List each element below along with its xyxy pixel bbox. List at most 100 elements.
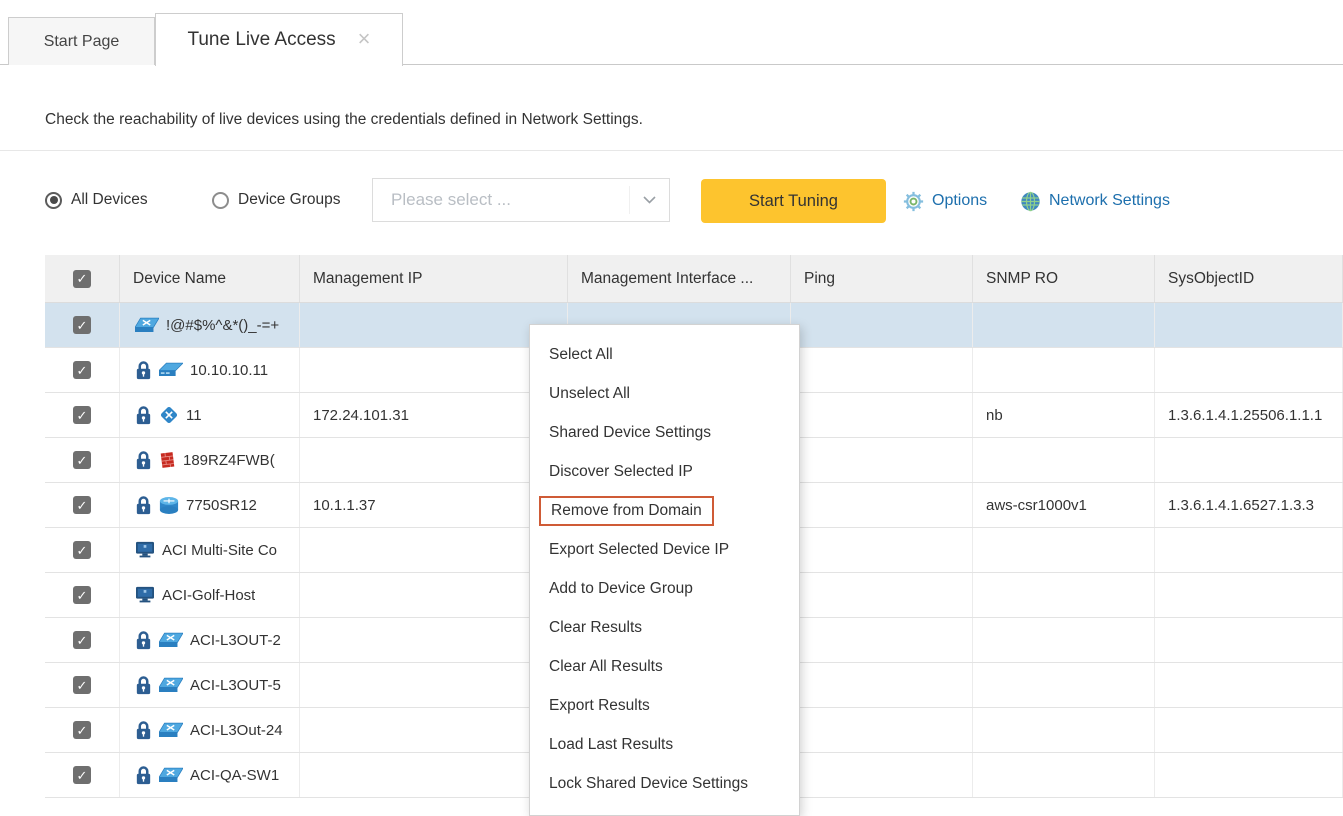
close-icon[interactable]: × — [358, 28, 371, 50]
snmp-ro-value: aws-csr1000v1 — [973, 483, 1155, 527]
management-ip — [300, 708, 568, 752]
row-checkbox[interactable]: ✓ — [73, 406, 91, 424]
device-name: ACI-QA-SW1 — [190, 767, 279, 784]
switch-device-icon — [159, 631, 183, 650]
tab-start-page[interactable]: Start Page — [8, 17, 155, 65]
device-name: ACI-L3OUT-2 — [190, 632, 281, 649]
row-checkbox[interactable]: ✓ — [73, 721, 91, 739]
row-checkbox[interactable]: ✓ — [73, 541, 91, 559]
device-name: ACI Multi-Site Co — [162, 542, 277, 559]
context-menu-item[interactable]: Load Last Results — [530, 725, 799, 764]
column-header-ping[interactable]: Ping — [791, 255, 973, 302]
start-tuning-button[interactable]: Start Tuning — [701, 179, 886, 223]
ping-value — [791, 528, 973, 572]
ping-value — [791, 618, 973, 662]
radio-device-groups[interactable]: Device Groups — [212, 178, 341, 222]
device-name: ACI-L3OUT-5 — [190, 677, 281, 694]
lock-icon — [135, 720, 152, 740]
lock-icon — [135, 450, 152, 470]
section-divider — [0, 150, 1343, 151]
lock-icon — [135, 360, 152, 380]
row-checkbox[interactable]: ✓ — [73, 631, 91, 649]
radio-unselected-icon[interactable] — [212, 192, 229, 209]
ping-value — [791, 663, 973, 707]
context-menu-item-label: Lock Shared Device Settings — [549, 775, 748, 793]
ping-value — [791, 753, 973, 797]
context-menu-item[interactable]: Remove from Domain — [530, 491, 799, 530]
snmp-ro-value — [973, 663, 1155, 707]
row-checkbox[interactable]: ✓ — [73, 496, 91, 514]
row-checkbox[interactable]: ✓ — [73, 316, 91, 334]
options-button[interactable]: Options — [903, 179, 987, 223]
context-menu-item[interactable]: Clear Results — [530, 608, 799, 647]
context-menu-item[interactable]: Unselect All — [530, 374, 799, 413]
chevron-down-icon[interactable] — [629, 186, 669, 214]
network-settings-button[interactable]: Network Settings — [1020, 179, 1170, 223]
context-menu-item-label: Export Results — [549, 697, 650, 715]
table-header: ✓ Device Name Management IP Management I… — [45, 255, 1343, 303]
lock-icon — [135, 765, 152, 785]
tab-tune-live-access[interactable]: Tune Live Access × — [155, 13, 403, 66]
router-device-icon — [159, 362, 183, 379]
router-cylinder-device-icon — [159, 496, 179, 515]
row-checkbox[interactable]: ✓ — [73, 361, 91, 379]
column-header-snmp-ro[interactable]: SNMP RO — [973, 255, 1155, 302]
sysobjectid-value — [1155, 348, 1343, 392]
tab-bar: Start Page Tune Live Access × — [0, 0, 1343, 65]
sysobjectid-value — [1155, 573, 1343, 617]
column-header-management-interface[interactable]: Management Interface ... — [568, 255, 791, 302]
radio-selected-icon[interactable] — [45, 192, 62, 209]
context-menu-item-label: Clear All Results — [549, 658, 663, 676]
row-checkbox[interactable]: ✓ — [73, 586, 91, 604]
context-menu-item[interactable]: Lock Shared Device Settings — [530, 764, 799, 803]
row-checkbox[interactable]: ✓ — [73, 766, 91, 784]
switch-device-icon — [159, 766, 183, 785]
radio-all-devices[interactable]: All Devices — [45, 178, 148, 222]
context-menu-item[interactable]: Shared Device Settings — [530, 413, 799, 452]
tune-live-access-page: Start Page Tune Live Access × Check the … — [0, 0, 1343, 806]
management-ip — [300, 618, 568, 662]
ping-value — [791, 348, 973, 392]
sysobjectid-value — [1155, 303, 1343, 347]
context-menu-item[interactable]: Discover Selected IP — [530, 452, 799, 491]
column-header-sysobjectid[interactable]: SysObjectID — [1155, 255, 1343, 302]
device-group-select-placeholder: Please select ... — [373, 190, 629, 210]
ping-value — [791, 393, 973, 437]
context-menu-item-label: Clear Results — [549, 619, 642, 637]
context-menu-item[interactable]: Export Selected Device IP — [530, 530, 799, 569]
column-header-device-name[interactable]: Device Name — [120, 255, 300, 302]
context-menu-item[interactable]: Add to Device Group — [530, 569, 799, 608]
sysobjectid-value — [1155, 438, 1343, 482]
row-checkbox[interactable]: ✓ — [73, 451, 91, 469]
snmp-ro-value — [973, 753, 1155, 797]
diamond-device-icon — [159, 405, 179, 425]
gear-icon — [903, 191, 924, 212]
device-group-select[interactable]: Please select ... — [372, 178, 670, 222]
ping-value — [791, 303, 973, 347]
device-name: 10.10.10.11 — [190, 362, 268, 379]
management-ip — [300, 528, 568, 572]
host-device-icon — [135, 541, 155, 559]
ping-value — [791, 438, 973, 482]
snmp-ro-value — [973, 528, 1155, 572]
header-checkbox[interactable]: ✓ — [73, 270, 91, 288]
context-menu-item[interactable]: Select All — [530, 335, 799, 374]
context-menu-item-label: Select All — [549, 346, 613, 364]
context-menu: Select All Unselect All Shared Device Se… — [529, 324, 800, 816]
switch-device-icon — [159, 676, 183, 695]
radio-all-devices-label: All Devices — [71, 191, 148, 209]
snmp-ro-value — [973, 303, 1155, 347]
lock-icon — [135, 675, 152, 695]
row-checkbox[interactable]: ✓ — [73, 676, 91, 694]
tab-tune-live-access-label: Tune Live Access — [187, 29, 335, 51]
sysobjectid-value — [1155, 528, 1343, 572]
column-header-management-ip[interactable]: Management IP — [300, 255, 568, 302]
snmp-ro-value — [973, 618, 1155, 662]
globe-icon — [1020, 191, 1041, 212]
management-ip — [300, 753, 568, 797]
context-menu-item[interactable]: Export Results — [530, 686, 799, 725]
context-menu-item[interactable]: Clear All Results — [530, 647, 799, 686]
context-menu-item-label: Shared Device Settings — [549, 424, 711, 442]
sysobjectid-value: 1.3.6.1.4.1.25506.1.1.1 — [1155, 393, 1343, 437]
snmp-ro-value — [973, 438, 1155, 482]
